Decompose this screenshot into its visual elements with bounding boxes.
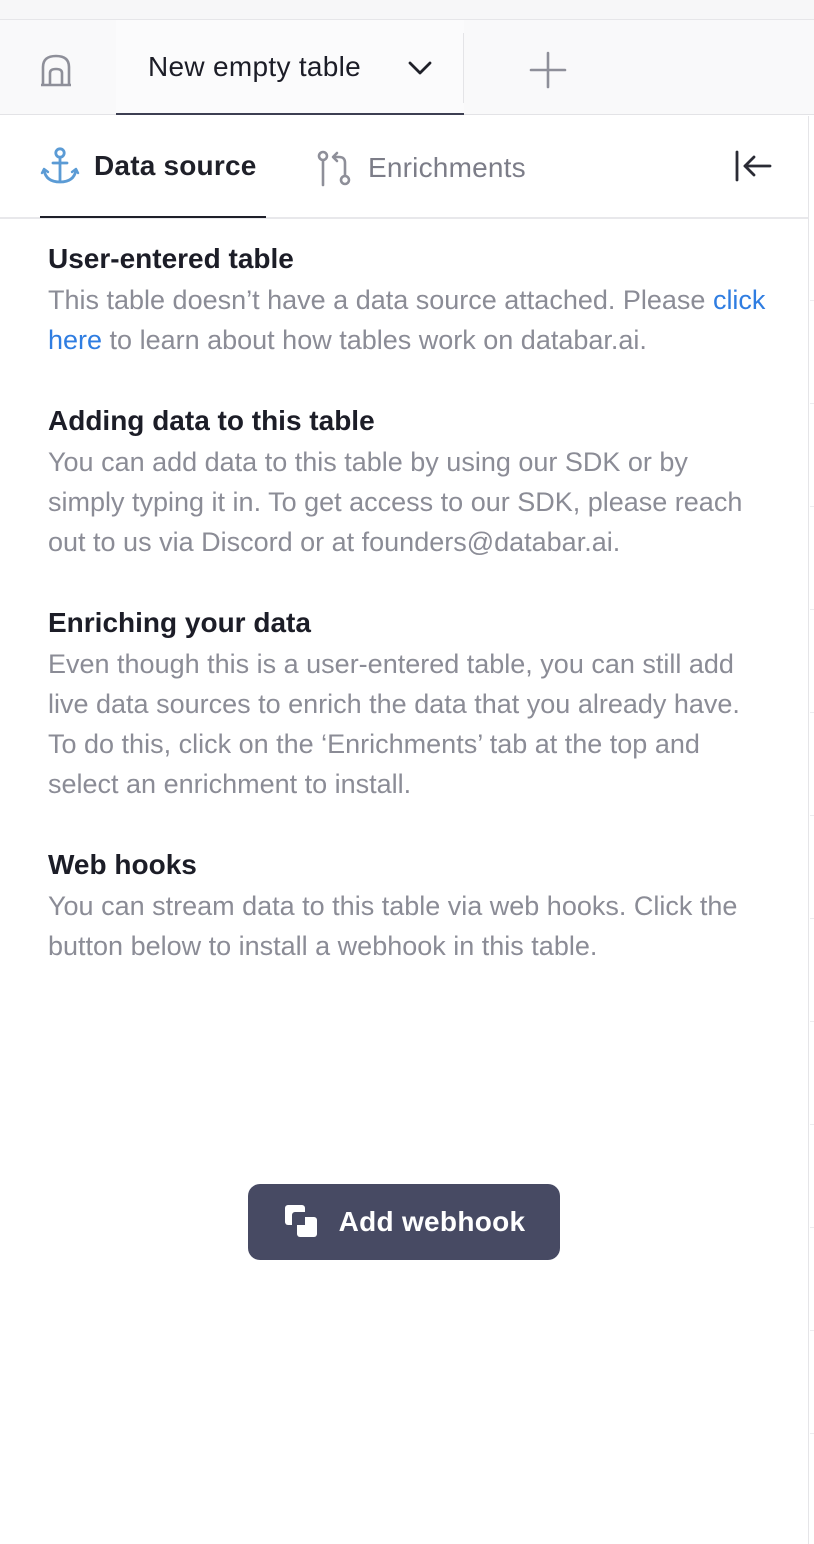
body-text: This table doesn’t have a data source at…: [48, 285, 713, 315]
data-source-content: User-entered table This table doesn’t ha…: [48, 238, 768, 1006]
git-pull-request-icon: [317, 150, 351, 186]
tab-data-source[interactable]: Data source: [40, 116, 266, 218]
table-gridline: [810, 1227, 814, 1228]
chevron-down-icon[interactable]: [406, 54, 434, 82]
tab-enrichments[interactable]: Enrichments: [314, 116, 574, 219]
table-gridline: [810, 609, 814, 610]
table-gridline: [810, 712, 814, 713]
table-gridline: [810, 1124, 814, 1125]
tab-new-empty-table[interactable]: New empty table: [116, 20, 464, 115]
home-button[interactable]: [28, 48, 84, 92]
section-title: Enriching your data: [48, 607, 311, 638]
table-gridline: [810, 403, 814, 404]
section-title: User-entered table: [48, 243, 294, 274]
panel-tabs: Data source Enrichments: [0, 116, 808, 219]
table-gridline: [810, 1330, 814, 1331]
section-body: You can add data to this table by using …: [48, 447, 743, 557]
window-top-strip: [0, 0, 814, 20]
table-tab-bar: New empty table: [0, 20, 814, 115]
collapse-left-icon: [735, 150, 772, 182]
table-gridline: [810, 506, 814, 507]
collapse-panel-button[interactable]: [732, 146, 774, 186]
table-gridline: [810, 1021, 814, 1022]
tab-data-source-label: Data source: [94, 150, 257, 181]
webhook-stack-icon: [284, 1205, 317, 1237]
body-text: to learn about how tables work on databa…: [102, 325, 647, 355]
add-webhook-button[interactable]: Add webhook: [248, 1184, 560, 1260]
section-webhooks: Web hooks You can stream data to this ta…: [48, 844, 768, 966]
section-body: This table doesn’t have a data source at…: [48, 280, 768, 360]
home-icon: [41, 54, 71, 87]
section-title: Adding data to this table: [48, 405, 375, 436]
table-gridline: [810, 815, 814, 816]
section-enriching: Enriching your data Even though this is …: [48, 602, 768, 804]
anchor-icon: [40, 147, 80, 184]
add-tab-button[interactable]: [526, 48, 570, 92]
page: New empty table Data source Enrichments …: [0, 0, 814, 1544]
tab-enrichments-label: Enrichments: [368, 151, 526, 183]
table-gridline: [810, 918, 814, 919]
section-body: You can stream data to this table via we…: [48, 891, 738, 961]
plus-icon: [529, 51, 567, 89]
table-gridline: [810, 300, 814, 301]
panel-divider: [808, 116, 809, 1544]
tab-separator: [463, 33, 464, 103]
section-user-entered: User-entered table This table doesn’t ha…: [48, 238, 768, 360]
section-body: Even though this is a user-entered table…: [48, 649, 740, 799]
section-title: Web hooks: [48, 849, 197, 880]
add-webhook-label: Add webhook: [338, 1206, 526, 1237]
tab-label: New empty table: [148, 50, 362, 82]
table-gridline: [810, 1433, 814, 1434]
section-adding-data: Adding data to this table You can add da…: [48, 400, 768, 562]
